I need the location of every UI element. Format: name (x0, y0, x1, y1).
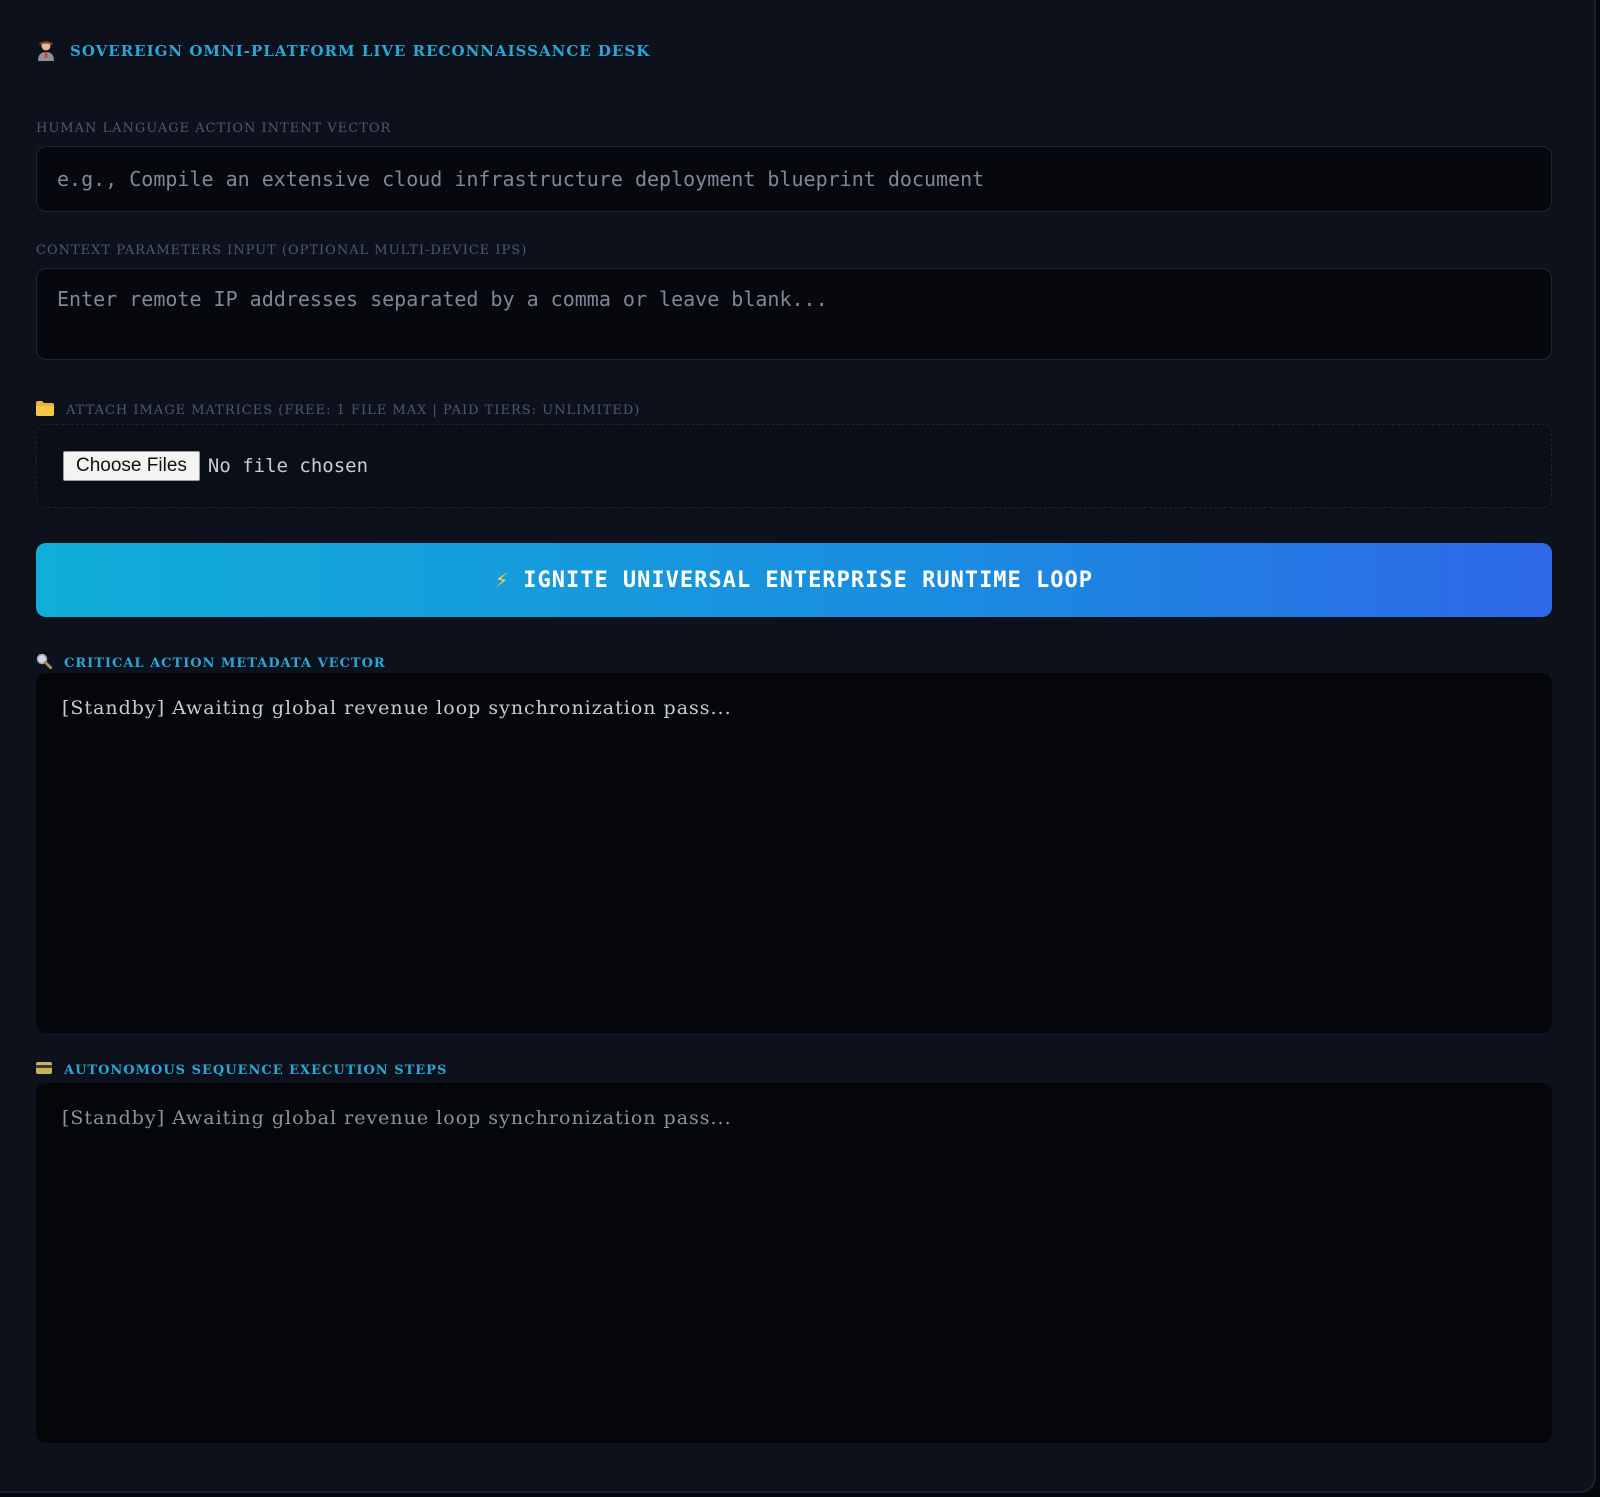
folder-icon (36, 401, 54, 420)
metadata-output-text: [Standby] Awaiting global revenue loop s… (62, 697, 732, 719)
magnifier-icon (36, 653, 53, 673)
ignite-button-label: IGNITE UNIVERSAL ENTERPRISE RUNTIME LOOP (523, 567, 1094, 593)
steps-label: AUTONOMOUS SEQUENCE EXECUTION STEPS (36, 1062, 447, 1078)
steps-output: [Standby] Awaiting global revenue loop s… (36, 1083, 1552, 1443)
attachments-label: ATTACH IMAGE MATRICES (FREE: 1 FILE MAX … (36, 401, 640, 420)
metadata-label-text: CRITICAL ACTION METADATA VECTOR (64, 655, 386, 671)
metadata-output: [Standby] Awaiting global revenue loop s… (36, 673, 1552, 1033)
metadata-label: CRITICAL ACTION METADATA VECTOR (36, 653, 386, 673)
agent-icon (36, 40, 56, 62)
intent-input[interactable] (36, 146, 1552, 212)
ignite-runtime-button[interactable]: ⚡ IGNITE UNIVERSAL ENTERPRISE RUNTIME LO… (36, 543, 1552, 617)
steps-label-text: AUTONOMOUS SEQUENCE EXECUTION STEPS (64, 1062, 448, 1078)
context-input[interactable] (36, 268, 1552, 360)
app-panel: SOVEREIGN OMNI-PLATFORM LIVE RECONNAISSA… (0, 0, 1596, 1493)
lightning-icon: ⚡ (494, 567, 510, 593)
steps-output-text: [Standby] Awaiting global revenue loop s… (62, 1107, 732, 1129)
context-label: CONTEXT PARAMETERS INPUT (OPTIONAL MULTI… (36, 243, 527, 258)
intent-label-text: HUMAN LANGUAGE ACTION INTENT VECTOR (36, 121, 392, 136)
attachments-label-text: ATTACH IMAGE MATRICES (FREE: 1 FILE MAX … (66, 403, 641, 418)
file-drop-zone[interactable]: Choose Files No file chosen (36, 424, 1552, 508)
file-status: No file chosen (207, 455, 369, 477)
card-icon (36, 1062, 52, 1078)
page-title: SOVEREIGN OMNI-PLATFORM LIVE RECONNAISSA… (70, 42, 651, 60)
choose-files-button[interactable]: Choose Files (63, 451, 200, 481)
header: SOVEREIGN OMNI-PLATFORM LIVE RECONNAISSA… (36, 38, 650, 64)
intent-label: HUMAN LANGUAGE ACTION INTENT VECTOR (36, 121, 391, 136)
context-label-text: CONTEXT PARAMETERS INPUT (OPTIONAL MULTI… (36, 243, 528, 258)
